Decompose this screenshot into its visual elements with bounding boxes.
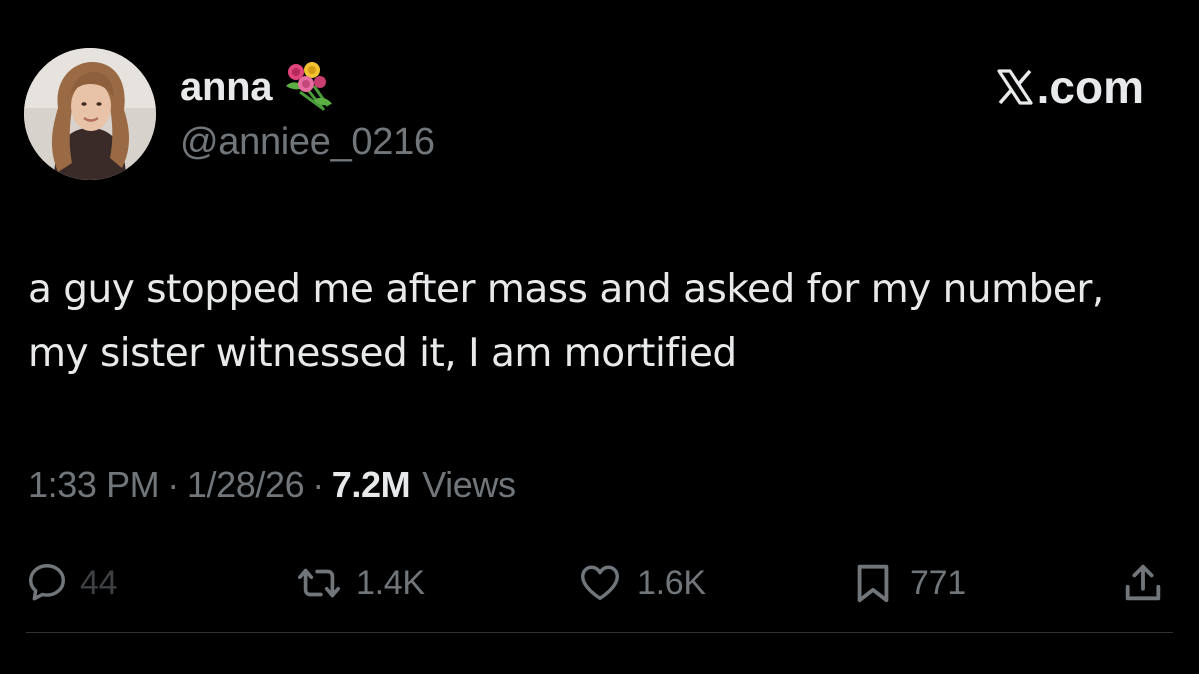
repost-button[interactable]: 1.4K: [296, 555, 425, 611]
reply-button[interactable]: 44: [24, 555, 118, 611]
bouquet-icon: [286, 62, 333, 111]
reply-icon: [28, 564, 66, 601]
author-display-name[interactable]: anna: [180, 65, 272, 110]
author-name-row[interactable]: anna: [180, 60, 336, 114]
bookmark-icon: [857, 564, 889, 603]
bookmark-count: 771: [910, 563, 966, 602]
tweet-text: a guy stopped me after mass and asked fo…: [28, 267, 1104, 376]
brand-watermark: .com: [995, 60, 1144, 114]
x-logo-icon: [997, 69, 1033, 105]
tweet-card: anna @anniee_0216 .com a guy stopped me …: [0, 0, 1199, 674]
meta-separator: ·: [167, 464, 179, 505]
like-button[interactable]: 1.6K: [577, 555, 706, 611]
bookmark-button[interactable]: 771: [850, 555, 966, 611]
avatar-photo: [24, 48, 156, 180]
share-button[interactable]: [1120, 555, 1166, 611]
heart-icon: [581, 565, 619, 601]
share-icon: [1125, 564, 1161, 601]
author-handle[interactable]: @anniee_0216: [180, 121, 435, 164]
action-bar: 44 1.4K 1.6K 771: [0, 555, 1199, 611]
reply-count: 44: [80, 563, 118, 602]
repost-count: 1.4K: [356, 563, 425, 602]
views-count[interactable]: 7.2M: [332, 464, 411, 506]
tweet-date[interactable]: 1/28/26: [187, 464, 305, 506]
divider: [26, 632, 1173, 633]
tweet-time[interactable]: 1:33 PM: [28, 464, 160, 506]
views-label[interactable]: Views: [422, 464, 516, 506]
brand-text: .com: [1036, 61, 1144, 113]
tweet-meta: 1:33 PM · 1/28/26 · 7.2M Views: [28, 464, 516, 506]
meta-separator: ·: [312, 464, 324, 505]
like-count: 1.6K: [637, 563, 706, 602]
repost-icon: [298, 568, 340, 598]
avatar[interactable]: [24, 48, 156, 180]
